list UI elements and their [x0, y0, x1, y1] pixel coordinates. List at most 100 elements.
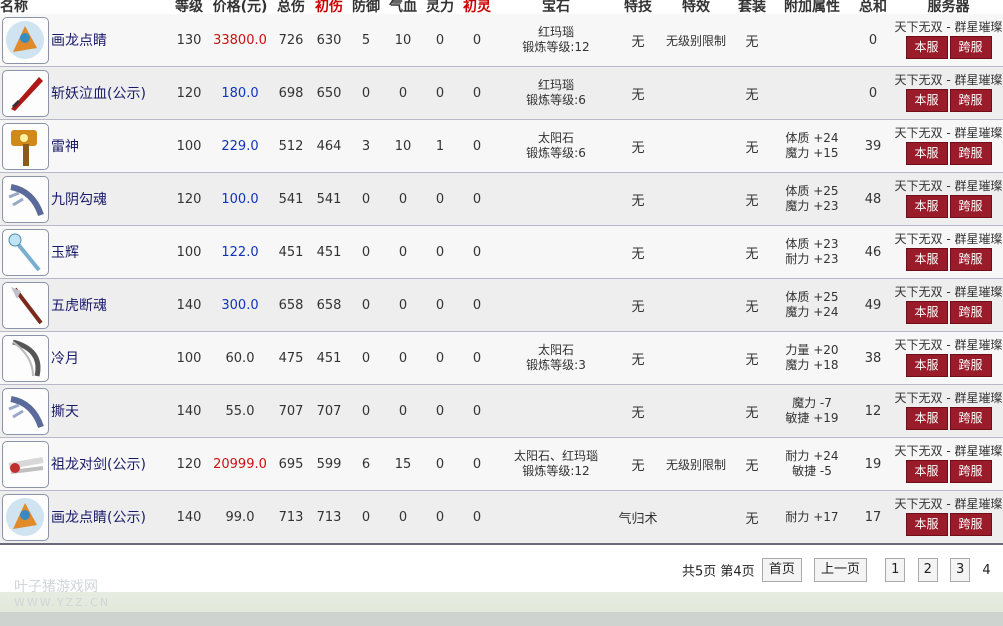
sickle-icon[interactable]	[2, 334, 49, 382]
cross-server-button[interactable]: 跨服	[949, 142, 992, 165]
item-name[interactable]: 玉辉	[51, 245, 79, 261]
header-name: 名称	[0, 0, 170, 14]
local-server-button[interactable]: 本服	[905, 513, 948, 536]
total-damage-cell: 726	[272, 14, 310, 67]
prev-page-button[interactable]: 上一页	[813, 558, 867, 582]
effect-cell	[660, 119, 732, 173]
defense-cell: 0	[348, 278, 384, 332]
skill-cell: 无	[616, 278, 660, 332]
set-cell: 无	[732, 14, 772, 67]
page-link-2[interactable]: 2	[917, 558, 938, 582]
level-cell: 120	[170, 66, 208, 120]
dragon-sword-icon[interactable]	[2, 440, 49, 488]
local-server-button[interactable]: 本服	[905, 142, 948, 165]
total-damage-cell: 713	[272, 490, 310, 545]
item-name[interactable]: 祖龙对剑(公示)	[51, 457, 146, 473]
cross-server-button[interactable]: 跨服	[949, 354, 992, 377]
hp-cell: 0	[384, 490, 422, 545]
level-cell-text: 100	[176, 350, 202, 366]
spirit-cell-text: 1	[435, 138, 445, 154]
hp-cell-text: 0	[398, 297, 408, 313]
effect-text: 无级别限制	[665, 457, 726, 472]
local-server-button[interactable]: 本服	[905, 407, 948, 430]
server-name: 天下无双 - 群星璀璨	[894, 391, 1003, 405]
init-damage-cell-text: 541	[316, 191, 342, 207]
set-cell: 无	[732, 66, 772, 120]
header-sum: 总和	[852, 0, 894, 14]
local-server-button[interactable]: 本服	[905, 354, 948, 377]
init-damage-cell-text: 650	[316, 85, 342, 101]
item-name[interactable]: 雷神	[51, 139, 79, 155]
defense-cell: 6	[348, 437, 384, 491]
level-cell: 120	[170, 437, 208, 491]
name-cell: 画龙点睛	[0, 14, 170, 67]
page-link-1[interactable]: 1	[885, 558, 906, 582]
item-name[interactable]: 画龙点睛	[51, 33, 107, 49]
local-server-button[interactable]: 本服	[905, 460, 948, 483]
init-damage-cell: 464	[310, 119, 348, 173]
gem-cell: 红玛瑙 锻炼等级:12	[496, 14, 616, 67]
cross-server-button[interactable]: 跨服	[949, 460, 992, 483]
set-cell-text: 无	[745, 87, 759, 103]
blade-icon[interactable]	[2, 69, 49, 117]
hp-cell-text: 0	[398, 191, 408, 207]
staff-icon[interactable]	[2, 228, 49, 276]
gem-cell-line: 锻炼等级:6	[526, 93, 586, 107]
header-spirit: 灵力	[422, 0, 458, 14]
init-damage-cell: 650	[310, 66, 348, 120]
item-name[interactable]: 撕天	[51, 404, 79, 420]
item-name[interactable]: 斩妖泣血(公示)	[51, 86, 146, 102]
cross-server-button[interactable]: 跨服	[949, 513, 992, 536]
item-name[interactable]: 画龙点睛(公示)	[51, 510, 146, 526]
gem-cell-line: 红玛瑙	[537, 78, 574, 92]
first-page-button[interactable]: 首页	[761, 558, 802, 582]
claw-icon[interactable]	[2, 387, 49, 435]
skill-cell-text: 无	[631, 458, 645, 474]
total-damage-cell-text: 698	[278, 85, 304, 101]
item-name[interactable]: 五虎断魂	[51, 298, 107, 314]
init-damage-cell: 541	[310, 172, 348, 226]
local-server-button[interactable]: 本服	[905, 89, 948, 112]
gem-cell	[496, 278, 616, 332]
total-damage-cell-text: 541	[278, 191, 304, 207]
cross-server-button[interactable]: 跨服	[949, 407, 992, 430]
cross-server-button[interactable]: 跨服	[949, 301, 992, 324]
level-cell-text: 100	[176, 138, 202, 154]
total-damage-cell-text: 695	[278, 456, 304, 472]
sum-cell-text: 48	[864, 191, 882, 207]
sum-cell-text: 17	[864, 509, 882, 525]
hp-cell-text: 10	[394, 138, 412, 154]
local-server-button[interactable]: 本服	[905, 301, 948, 324]
header-server: 服务器	[894, 0, 1003, 14]
table-row: 祖龙对剑(公示) 120 20999.0 695 599 6 15 0 0 太阳石、红玛瑙 锻炼等级…	[0, 437, 1003, 491]
header-hp: 气血	[384, 0, 422, 14]
item-name[interactable]: 九阴勾魂	[51, 192, 107, 208]
fan-icon[interactable]	[2, 493, 49, 541]
total-damage-cell-text: 475	[278, 350, 304, 366]
set-cell-text: 无	[745, 34, 759, 50]
attrs-cell-line: 体质 +23	[785, 237, 839, 251]
defense-cell: 0	[348, 384, 384, 438]
item-name[interactable]: 冷月	[51, 351, 79, 367]
skill-cell-text: 无	[631, 87, 645, 103]
set-cell: 无	[732, 490, 772, 545]
spear-icon[interactable]	[2, 281, 49, 329]
cross-server-button[interactable]: 跨服	[949, 195, 992, 218]
claw-icon[interactable]	[2, 175, 49, 223]
price-cell: 55.0	[208, 384, 272, 438]
cross-server-button[interactable]: 跨服	[949, 36, 992, 59]
server-name: 天下无双 - 群星璀璨	[894, 497, 1003, 511]
cross-server-button[interactable]: 跨服	[949, 89, 992, 112]
total-damage-cell-text: 451	[278, 244, 304, 260]
effect-cell	[660, 172, 732, 226]
page-link-3[interactable]: 3	[949, 558, 971, 582]
local-server-button[interactable]: 本服	[905, 36, 948, 59]
hammer-icon[interactable]	[2, 122, 49, 170]
attrs-cell-line: 体质 +24	[785, 131, 839, 145]
local-server-button[interactable]: 本服	[905, 195, 948, 218]
cross-server-button[interactable]: 跨服	[949, 248, 992, 271]
local-server-button[interactable]: 本服	[905, 248, 948, 271]
fan-icon[interactable]	[2, 16, 49, 64]
attrs-cell-line: 耐力 +17	[785, 509, 839, 524]
spirit-cell: 0	[422, 384, 458, 438]
